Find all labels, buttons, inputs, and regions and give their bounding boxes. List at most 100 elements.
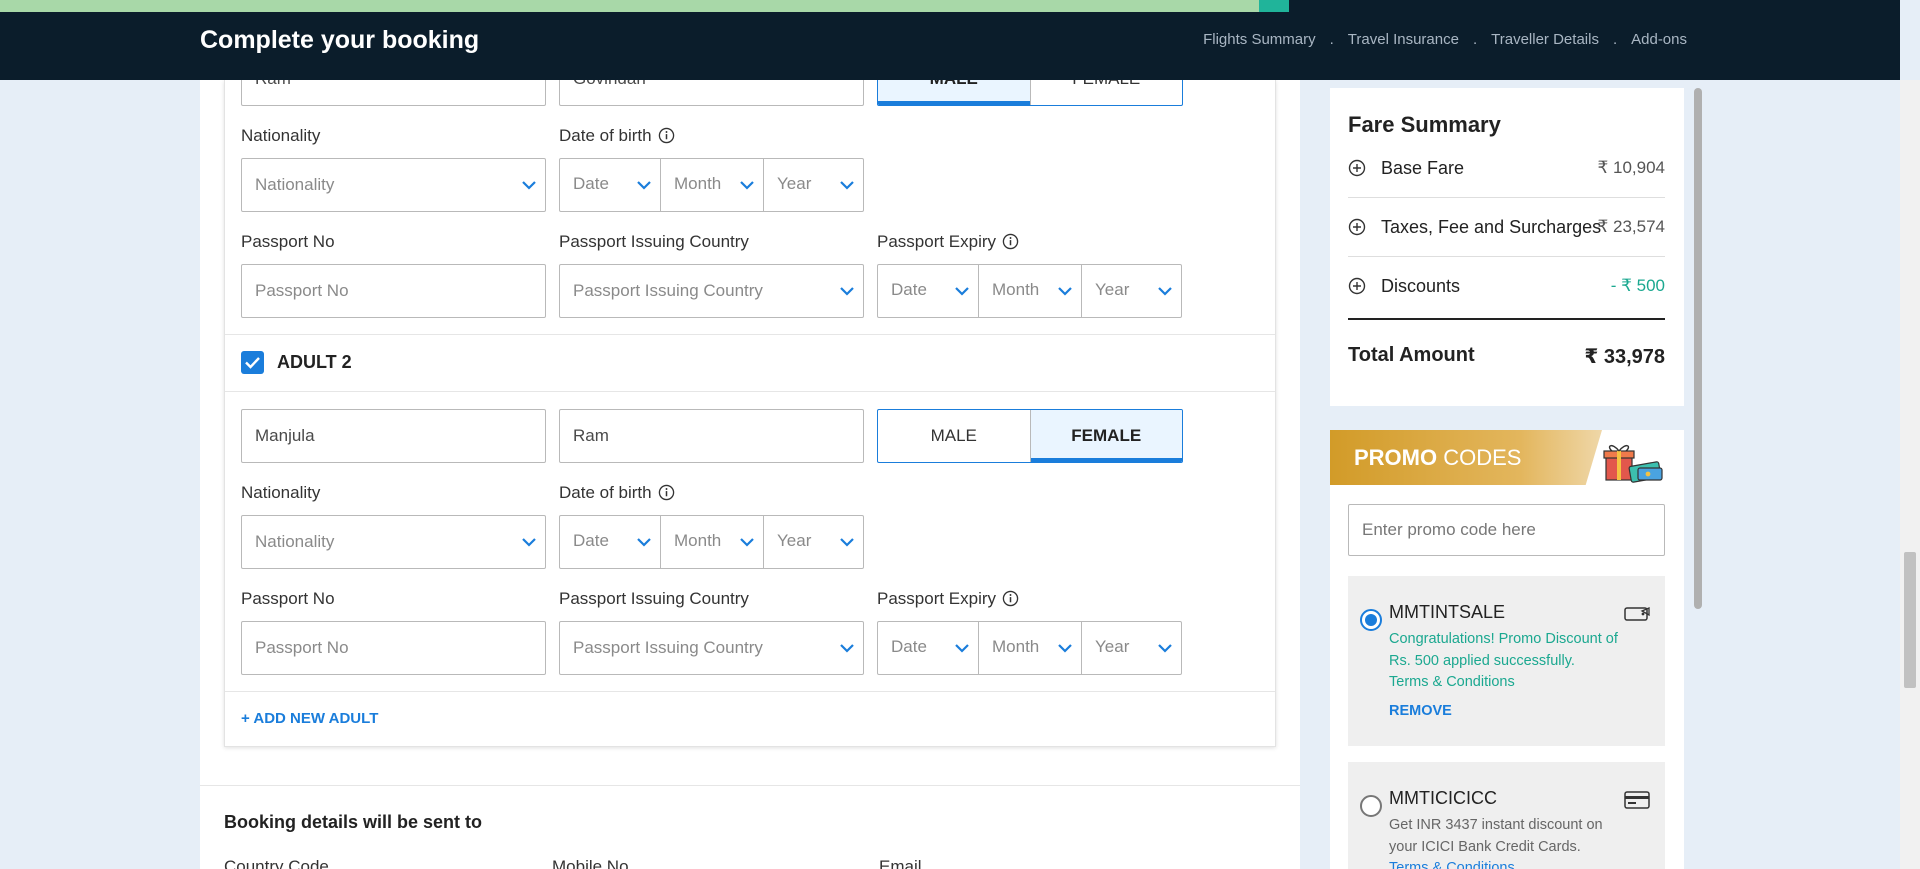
adult1-expiry-year-placeholder: Year: [1095, 280, 1130, 299]
mobile-no-label: Mobile No: [552, 857, 629, 869]
email-label: Email: [879, 857, 922, 869]
promo-code-input[interactable]: [1349, 505, 1664, 555]
fare-row-discounts[interactable]: Discounts - ₹ 500: [1348, 257, 1665, 316]
expand-plus-icon[interactable]: [1348, 277, 1366, 295]
adult1-dob-month-placeholder: Month: [674, 174, 722, 193]
coupon-code: MMTICICICC: [1389, 788, 1497, 808]
section-divider: [225, 391, 1275, 392]
expand-plus-icon[interactable]: [1348, 218, 1366, 236]
adult2-gender-male[interactable]: MALE: [878, 410, 1030, 462]
adult2-passport-country-select[interactable]: Passport Issuing Country: [559, 621, 864, 675]
nav-flights-summary[interactable]: Flights Summary: [1203, 31, 1316, 48]
fare-row-base[interactable]: Base Fare ₹ 10,904: [1348, 139, 1665, 198]
info-icon[interactable]: [658, 127, 675, 144]
coupon-radio-unselected[interactable]: [1360, 795, 1382, 817]
adult1-passport-expiry-label-wrap: Passport Expiry: [877, 232, 1019, 252]
adult1-expiry-year-select[interactable]: Year: [1082, 265, 1181, 317]
page-scrollbar-thumb[interactable]: [1904, 552, 1916, 688]
page-scrollbar[interactable]: [1900, 80, 1920, 869]
adult2-checkbox[interactable]: [241, 351, 264, 374]
adult2-dob-year-select[interactable]: Year: [764, 516, 863, 568]
coupon-mmticicicc[interactable]: MMTICICICC Get INR 3437 instant discount…: [1348, 762, 1665, 869]
adult2-last-name-input[interactable]: Ram: [559, 409, 864, 463]
adult1-gender-male[interactable]: MALE: [878, 80, 1030, 105]
adult2-nationality-select[interactable]: Nationality: [241, 515, 546, 569]
adult1-passport-country-label: Passport Issuing Country: [559, 232, 749, 251]
adult1-dob-month-select[interactable]: Month: [661, 159, 764, 211]
adult1-dob-year-placeholder: Year: [777, 174, 812, 193]
chevron-down-icon: [740, 181, 754, 190]
adult2-dob-month-select[interactable]: Month: [661, 516, 764, 568]
adult2-passport-expiry-label-wrap: Passport Expiry: [877, 589, 1019, 609]
adult1-dob-date-select[interactable]: Date: [560, 159, 661, 211]
adult1-nationality-placeholder: Nationality: [255, 175, 335, 194]
expand-plus-icon[interactable]: [1348, 159, 1366, 177]
adult1-passport-no-input[interactable]: Passport No: [241, 264, 546, 318]
nav-separator: .: [1472, 31, 1478, 48]
promo-code-field: [1348, 504, 1665, 556]
adult2-passport-country-label: Passport Issuing Country: [559, 589, 749, 608]
adult1-nationality-select[interactable]: Nationality: [241, 158, 546, 212]
adult2-passport-expiry-label: Passport Expiry: [877, 589, 997, 608]
promo-codes-card: PROMO CODES MMTINTSALE Congratulations! …: [1330, 430, 1684, 869]
adult1-first-name-input[interactable]: Ram: [241, 80, 546, 106]
nav-traveller-details[interactable]: Traveller Details: [1491, 31, 1599, 48]
adult1-dob-year-select[interactable]: Year: [764, 159, 863, 211]
adult1-passport-country-select[interactable]: Passport Issuing Country: [559, 264, 864, 318]
promo-banner-title: PROMO CODES: [1354, 445, 1521, 471]
nav-travel-insurance[interactable]: Travel Insurance: [1348, 31, 1459, 48]
adult2-passport-no-input[interactable]: Passport No: [241, 621, 546, 675]
coupon-terms-link[interactable]: Terms & Conditions: [1389, 674, 1515, 690]
add-new-adult-link[interactable]: + ADD NEW ADULT: [241, 710, 378, 727]
info-icon[interactable]: [1002, 590, 1019, 607]
fare-row-value: - ₹ 500: [1610, 276, 1665, 295]
nav-add-ons[interactable]: Add-ons: [1631, 31, 1687, 48]
promo-banner: PROMO CODES: [1330, 430, 1602, 485]
coupon-mmtintsale[interactable]: MMTINTSALE Congratulations! Promo Discou…: [1348, 576, 1665, 746]
fare-row-label: Taxes, Fee and Surcharges: [1381, 217, 1602, 237]
adult2-passport-no-placeholder: Passport No: [255, 638, 349, 657]
promo-banner-bold: PROMO: [1354, 445, 1438, 470]
adult2-first-name-value: Manjula: [255, 426, 315, 445]
sidebar-scrollbar[interactable]: [1694, 88, 1702, 609]
booking-progress-bar: [0, 0, 1322, 12]
adult2-first-name-input[interactable]: Manjula: [241, 409, 546, 463]
header-bar: Complete your booking Flights Summary . …: [0, 0, 1900, 80]
adult2-gender-female[interactable]: FEMALE: [1029, 410, 1182, 462]
adult2-passport-country-placeholder: Passport Issuing Country: [573, 638, 763, 657]
coupon-radio-selected[interactable]: [1360, 609, 1382, 631]
adult1-gender-female[interactable]: FEMALE: [1029, 80, 1183, 105]
chevron-down-icon: [637, 181, 651, 190]
adult1-dob-label: Date of birth: [559, 126, 652, 145]
adult2-dob-label-wrap: Date of birth: [559, 483, 675, 503]
header-nav: Flights Summary . Travel Insurance . Tra…: [1203, 31, 1687, 48]
coupon-description: Get INR 3437 instant discount on your IC…: [1389, 817, 1603, 855]
adult1-passport-no-placeholder: Passport No: [255, 281, 349, 300]
adult2-dob-label: Date of birth: [559, 483, 652, 502]
adult1-first-name-value: Ram: [255, 80, 291, 89]
adult2-expiry-date-select[interactable]: Date: [878, 622, 979, 674]
adult1-expiry-date-select[interactable]: Date: [878, 265, 979, 317]
adult2-dob-date-placeholder: Date: [573, 531, 609, 550]
adult2-dob-date-select[interactable]: Date: [560, 516, 661, 568]
adult1-last-name-value: Govindan: [573, 80, 646, 89]
adult2-title: ADULT 2: [277, 352, 352, 372]
chevron-down-icon: [955, 287, 969, 296]
adult2-passport-no-label: Passport No: [241, 589, 335, 608]
coupon-terms-link[interactable]: Terms & Conditions: [1389, 860, 1515, 869]
adult2-expiry-month-select[interactable]: Month: [979, 622, 1082, 674]
coupon-code: MMTINTSALE: [1389, 602, 1506, 622]
adult1-passport-country-placeholder: Passport Issuing Country: [573, 281, 763, 300]
tag-icon: [1624, 607, 1650, 621]
fare-row-taxes[interactable]: Taxes, Fee and Surcharges ₹ 23,574: [1348, 198, 1665, 257]
adult2-expiry-year-select[interactable]: Year: [1082, 622, 1181, 674]
booking-details-title: Booking details will be sent to: [224, 812, 483, 832]
coupon-remove-button[interactable]: REMOVE: [1389, 703, 1452, 719]
adult1-expiry-month-select[interactable]: Month: [979, 265, 1082, 317]
info-icon[interactable]: [658, 484, 675, 501]
adult1-last-name-input[interactable]: Govindan: [559, 80, 864, 106]
fare-row-label: Base Fare: [1381, 158, 1465, 178]
promo-banner-rest: CODES: [1437, 445, 1522, 470]
adult2-expiry-date-placeholder: Date: [891, 637, 927, 656]
info-icon[interactable]: [1002, 233, 1019, 250]
